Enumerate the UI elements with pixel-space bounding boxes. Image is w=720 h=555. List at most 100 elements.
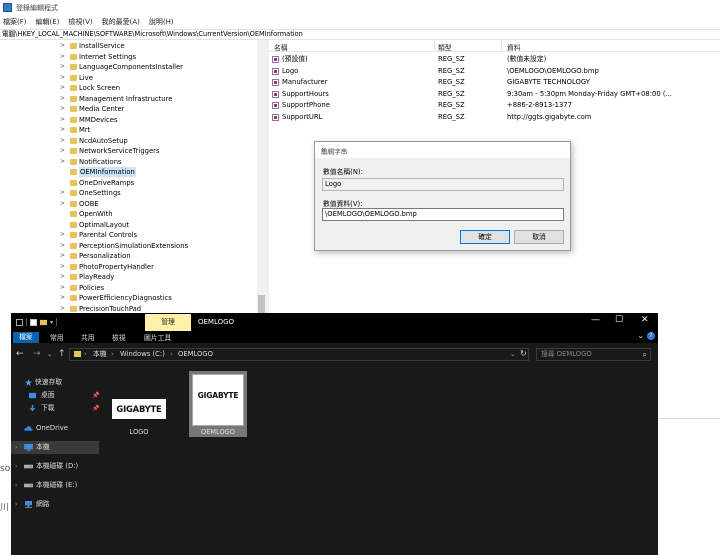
close-icon[interactable]: ✕ (641, 315, 649, 325)
forward-arrow-icon[interactable]: → (33, 349, 41, 359)
tree-item[interactable]: > PlayReady (0, 272, 266, 283)
chevron-right-icon[interactable]: > (60, 84, 65, 91)
tree-item[interactable]: OptimalLayout (0, 220, 266, 231)
column-divider[interactable] (434, 41, 435, 51)
tree-item[interactable]: > Lock Screen (0, 83, 266, 94)
sidebar-item-drive-e[interactable]: › 本機磁碟 (E:) (11, 479, 103, 492)
tree-item[interactable]: > Management Infrastructure (0, 94, 266, 105)
value-row[interactable]: SupportHours REG_SZ 9:30am - 5:30pm Monday… (269, 89, 720, 100)
tree-scrollbar-thumb[interactable] (258, 295, 265, 313)
value-row[interactable]: Logo REG_SZ \OEMLOGO\OEMLOGO.bmp (269, 66, 720, 77)
tree-item[interactable]: > OneSettings (0, 188, 266, 199)
chevron-down-icon[interactable]: ⌄ (510, 349, 516, 360)
menu-file[interactable]: 檔案(F) (3, 17, 27, 27)
tree-item[interactable]: > OOBE (0, 199, 266, 210)
chevron-right-icon[interactable]: > (60, 158, 65, 165)
tree-item[interactable]: > Notifications (0, 157, 266, 168)
value-row[interactable]: Manufacturer REG_SZ GIGABYTE TECHNOLOGY (269, 77, 720, 88)
breadcrumb-separator-icon[interactable]: › (84, 349, 87, 360)
chevron-right-icon[interactable]: > (60, 74, 65, 81)
breadcrumb-separator-icon[interactable]: › (170, 349, 173, 360)
tree-item[interactable]: > Mrt (0, 125, 266, 136)
chevron-right-icon[interactable]: > (60, 147, 65, 154)
dialog-title-bar[interactable]: 編輯字串 ✕ (315, 142, 570, 158)
chevron-right-icon[interactable]: > (60, 42, 65, 49)
pin-icon[interactable]: 📌 (92, 402, 99, 415)
properties-icon[interactable] (16, 318, 23, 326)
tree-item[interactable]: > MMDevices (0, 115, 266, 126)
value-row[interactable]: SupportURL REG_SZ http://ggts.gigabyte.com (269, 112, 720, 123)
tab-manage-context[interactable]: 管理 (145, 314, 191, 331)
chevron-right-icon[interactable]: > (60, 284, 65, 291)
tree-item[interactable]: > NetworkServiceTriggers (0, 146, 266, 157)
refresh-icon[interactable]: ↻ (520, 349, 527, 358)
close-icon[interactable]: ✕ (321, 146, 563, 154)
chevron-right-icon[interactable]: › (15, 479, 17, 492)
tree-item[interactable]: > NcdAutoSetup (0, 136, 266, 147)
chevron-right-icon[interactable]: > (60, 105, 65, 112)
tree-item[interactable]: > PowerEfficiencyDiagnostics (0, 293, 266, 304)
maximize-icon[interactable]: ☐ (615, 315, 623, 325)
chevron-right-icon[interactable]: > (60, 126, 65, 133)
chevron-right-icon[interactable]: > (60, 95, 65, 102)
chevron-right-icon[interactable]: > (60, 252, 65, 259)
pin-icon[interactable]: 📌 (92, 389, 99, 402)
menu-view[interactable]: 檢視(V) (68, 17, 92, 27)
tab-file[interactable]: 檔案 (13, 332, 39, 343)
chevron-right-icon[interactable]: > (60, 63, 65, 70)
tree-item[interactable]: > Policies (0, 283, 266, 294)
breadcrumb-separator-icon[interactable]: › (111, 349, 114, 360)
column-header-data[interactable]: 資料 (507, 42, 521, 52)
menu-edit[interactable]: 編輯(E) (36, 17, 60, 27)
chevron-right-icon[interactable]: > (60, 116, 65, 123)
chevron-right-icon[interactable]: > (60, 53, 65, 60)
file-item-logo[interactable]: GIGABYTE LOGO (110, 371, 168, 437)
breadcrumb-this-pc[interactable]: 本機 (93, 349, 107, 360)
file-item-oemlogo[interactable]: GIGABYTE OEMLOGO (189, 371, 247, 437)
tree-item[interactable]: OneDriveRamps (0, 178, 266, 189)
chevron-right-icon[interactable]: › (15, 460, 17, 473)
column-header-type[interactable]: 類型 (438, 42, 452, 52)
tree-item[interactable]: OpenWith (0, 209, 266, 220)
sidebar-item-onedrive[interactable]: OneDrive (11, 422, 103, 435)
search-input[interactable]: 搜尋 OEMLOGO ⌕ (536, 348, 651, 361)
chevron-right-icon[interactable]: > (60, 294, 65, 301)
tree-item-oeminformation[interactable]: OEMInformation (0, 167, 266, 178)
ok-button[interactable]: 確定 (460, 230, 510, 244)
tree-item[interactable]: > LanguageComponentsInstaller (0, 62, 266, 73)
tab-share[interactable]: 共用 (81, 332, 95, 342)
chevron-right-icon[interactable]: › (15, 441, 17, 454)
tree-item[interactable]: > PerceptionSimulationExtensions (0, 241, 266, 252)
minimize-icon[interactable]: — (591, 315, 600, 325)
column-header-name[interactable]: 名稱 (274, 42, 288, 52)
chevron-right-icon[interactable]: > (60, 263, 65, 270)
column-divider[interactable] (501, 41, 502, 51)
sidebar-item-quick-access[interactable]: 快速存取 (11, 376, 103, 389)
sidebar-item-downloads[interactable]: 下載 📌 (11, 402, 103, 415)
menu-help[interactable]: 說明(H) (149, 17, 174, 27)
tree-item[interactable]: > Personalization (0, 251, 266, 262)
chevron-right-icon[interactable]: > (60, 242, 65, 249)
chevron-right-icon[interactable]: > (60, 273, 65, 280)
chevron-right-icon[interactable]: > (60, 231, 65, 238)
breadcrumb-drive-c[interactable]: Windows (C:) (120, 349, 165, 360)
cancel-button[interactable]: 取消 (514, 230, 564, 244)
new-folder-icon[interactable] (30, 318, 37, 326)
chevron-right-icon[interactable]: > (60, 200, 65, 207)
value-row[interactable]: (預設值) REG_SZ (數值未設定) (269, 54, 720, 65)
chevron-right-icon[interactable]: > (60, 189, 65, 196)
sidebar-item-drive-d[interactable]: › 本機磁碟 (D:) (11, 460, 103, 473)
explorer-title-bar[interactable]: ▾ 管理 OEMLOGO — ☐ ✕ (11, 313, 658, 331)
chevron-down-icon[interactable]: ▾ (50, 319, 53, 326)
explorer-address-bar[interactable]: › 本機 › Windows (C:) › OEMLOGO ⌄ (69, 348, 529, 361)
chevron-right-icon[interactable]: › (15, 498, 17, 511)
tree-item[interactable]: > PhotoPropertyHandler (0, 262, 266, 273)
tab-view[interactable]: 檢視 (112, 332, 126, 342)
chevron-down-icon[interactable]: ⌄ (637, 331, 644, 340)
chevron-right-icon[interactable]: > (60, 305, 65, 312)
value-row[interactable]: SupportPhone REG_SZ +886-2-8913-1377 (269, 100, 720, 111)
tree-scrollbar[interactable] (257, 40, 266, 320)
regedit-address-bar[interactable]: 電腦\HKEY_LOCAL_MACHINE\SOFTWARE\Microsoft… (0, 29, 720, 40)
chevron-down-icon[interactable]: ⌄ (47, 351, 52, 358)
breadcrumb-oemlogo[interactable]: OEMLOGO (178, 349, 213, 360)
